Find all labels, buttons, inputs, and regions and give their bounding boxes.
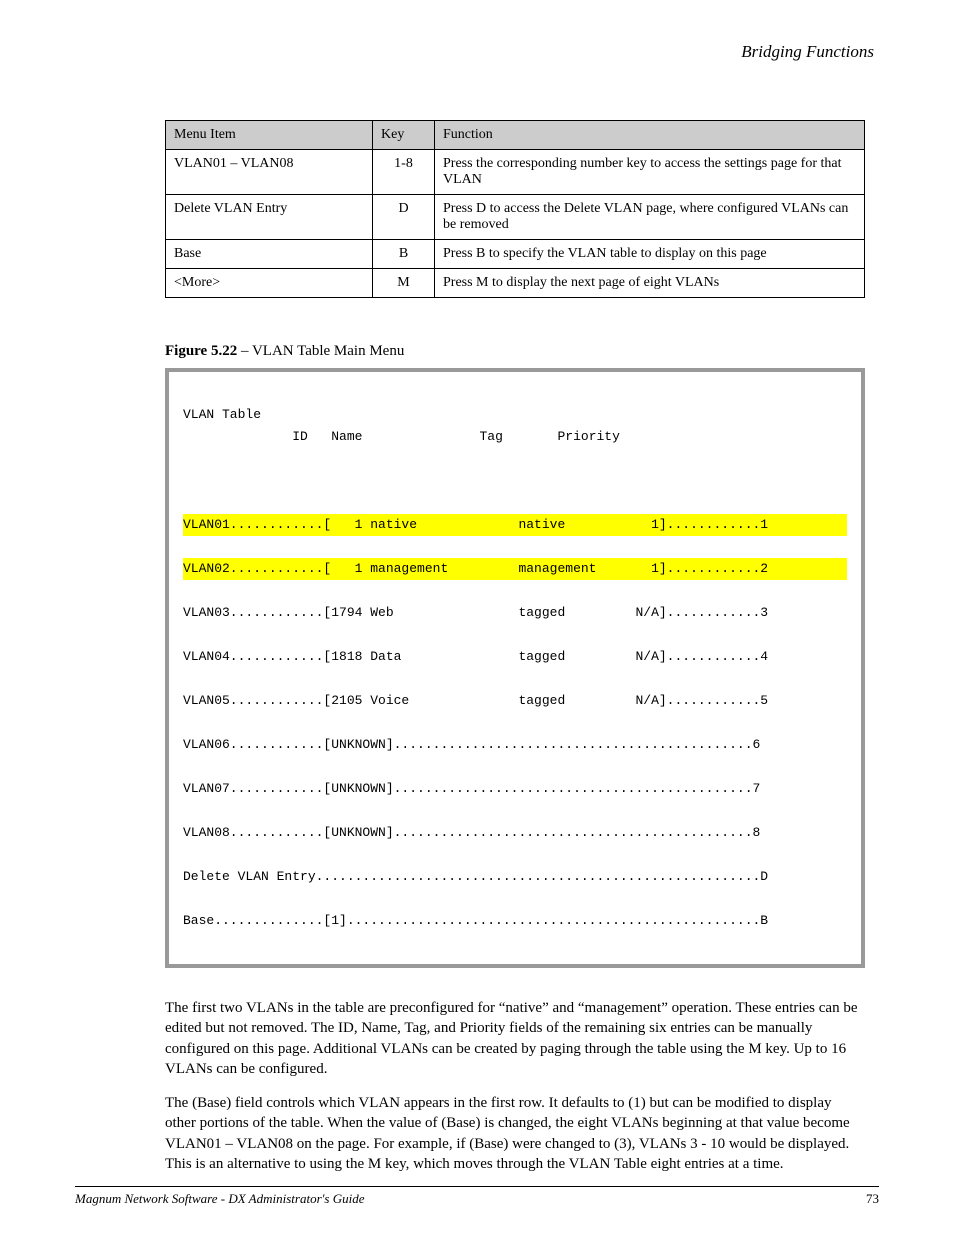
table-row: Delete VLAN Entry D Press D to access th… bbox=[166, 195, 865, 240]
ref-item: VLAN01 – VLAN08 bbox=[166, 150, 373, 195]
vlan-row: Base..............[1]...................… bbox=[183, 910, 847, 932]
vlan-table-title: VLAN Table bbox=[183, 407, 261, 422]
vlan-row: VLAN03............[1794 Web tagged N/A].… bbox=[183, 602, 847, 624]
ref-key: 1-8 bbox=[373, 150, 435, 195]
body-paragraph: The (Base) field controls which VLAN app… bbox=[165, 1093, 865, 1174]
vlan-row: VLAN05............[2105 Voice tagged N/A… bbox=[183, 690, 847, 712]
ref-header-item: Menu Item bbox=[166, 121, 373, 150]
vlan-table-screenshot: VLAN Table ID Name Tag Priority VLAN01..… bbox=[165, 368, 865, 968]
ref-item: Delete VLAN Entry bbox=[166, 195, 373, 240]
page-header-section: Bridging Functions bbox=[741, 42, 874, 62]
table-row: <More> M Press M to display the next pag… bbox=[166, 269, 865, 298]
ref-key: B bbox=[373, 240, 435, 269]
figure-caption-text: – VLAN Table Main Menu bbox=[237, 343, 404, 359]
ref-item: <More> bbox=[166, 269, 373, 298]
vlan-row: VLAN08............[UNKNOWN].............… bbox=[183, 822, 847, 844]
table-row: VLAN01 – VLAN08 1-8 Press the correspond… bbox=[166, 150, 865, 195]
vlan-column-headers: ID Name Tag Priority bbox=[183, 426, 847, 448]
vlan-row: Delete VLAN Entry.......................… bbox=[183, 866, 847, 888]
ref-key: M bbox=[373, 269, 435, 298]
vlan-row: VLAN04............[1818 Data tagged N/A]… bbox=[183, 646, 847, 668]
body-paragraph: The first two VLANs in the table are pre… bbox=[165, 998, 865, 1079]
ref-header-key: Key bbox=[373, 121, 435, 150]
ref-key: D bbox=[373, 195, 435, 240]
menu-reference-table: Menu Item Key Function VLAN01 – VLAN08 1… bbox=[165, 120, 865, 298]
ref-func: Press the corresponding number key to ac… bbox=[435, 150, 865, 195]
figure-number: Figure 5.22 bbox=[165, 343, 237, 359]
vlan-row: VLAN01............[ 1 native native 1]..… bbox=[183, 514, 847, 536]
vlan-row: VLAN06............[UNKNOWN].............… bbox=[183, 734, 847, 756]
figure-caption: Figure 5.22 – VLAN Table Main Menu bbox=[165, 343, 879, 360]
footer-doc-title: Magnum Network Software - DX Administrat… bbox=[75, 1191, 365, 1206]
ref-func: Press B to specify the VLAN table to dis… bbox=[435, 240, 865, 269]
ref-func: Press D to access the Delete VLAN page, … bbox=[435, 195, 865, 240]
body-text: The first two VLANs in the table are pre… bbox=[165, 998, 865, 1174]
ref-item: Base bbox=[166, 240, 373, 269]
table-row: Base B Press B to specify the VLAN table… bbox=[166, 240, 865, 269]
ref-func: Press M to display the next page of eigh… bbox=[435, 269, 865, 298]
vlan-blank-row bbox=[183, 470, 847, 492]
vlan-row: VLAN07............[UNKNOWN].............… bbox=[183, 778, 847, 800]
vlan-row: VLAN02............[ 1 management managem… bbox=[183, 558, 847, 580]
footer-page-number: 73 bbox=[866, 1191, 879, 1207]
ref-header-func: Function bbox=[435, 121, 865, 150]
page-footer: Magnum Network Software - DX Administrat… bbox=[75, 1186, 879, 1207]
